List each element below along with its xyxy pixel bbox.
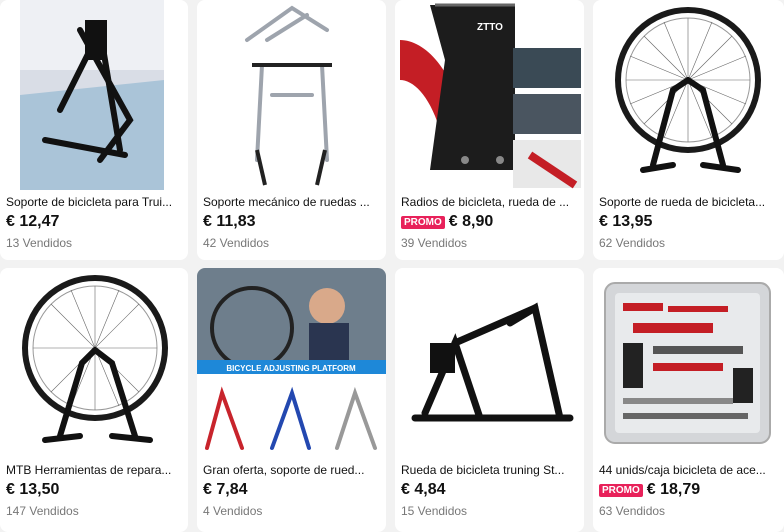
price-row: PROMO € 18,79 — [599, 479, 700, 501]
product-title[interactable]: 44 unids/caja bicicleta de ace... — [599, 463, 778, 477]
sold-count: 15 Vendidos — [401, 504, 468, 518]
truing-stand-photo — [0, 0, 188, 190]
product-image[interactable] — [593, 268, 784, 458]
product-image[interactable] — [395, 268, 584, 458]
promo-badge: PROMO — [599, 483, 643, 497]
product-image[interactable] — [593, 0, 784, 190]
price-row: € 13,50 — [6, 479, 59, 501]
product-title[interactable]: Rueda de bicicleta truning St... — [401, 463, 578, 477]
product-price: € 4,84 — [401, 481, 446, 498]
product-card[interactable]: Rueda de bicicleta truning St... € 4,84 … — [395, 268, 584, 532]
wheel-stand-photo — [593, 0, 784, 190]
brand-logo: ZTTO — [477, 22, 503, 33]
product-price: € 13,50 — [6, 481, 60, 498]
price-row: PROMO € 8,90 — [401, 211, 493, 233]
product-card[interactable]: Soporte de bicicleta para Trui... € 12,4… — [0, 0, 188, 260]
wheel-truing-photo — [0, 268, 188, 458]
price-row: € 11,83 — [203, 211, 256, 233]
truing-stand-black-photo — [395, 268, 584, 458]
sold-count: 147 Vendidos — [6, 504, 79, 518]
price-row: € 12,47 — [6, 211, 59, 233]
spoke-tension-meter-photo: ZTTO — [395, 0, 584, 190]
product-card[interactable]: BICYCLE ADJUSTING PLATFORM Gran oferta, … — [197, 268, 386, 532]
product-price: € 12,47 — [6, 213, 60, 230]
product-card[interactable]: ZTTO Radios de bicicleta, rueda de ... P… — [395, 0, 584, 260]
product-image[interactable] — [0, 0, 188, 190]
product-card[interactable]: Soporte mecánico de ruedas ... € 11,83 4… — [197, 0, 386, 260]
price-row: € 7,84 — [203, 479, 247, 501]
product-image[interactable] — [0, 268, 188, 458]
promo-badge: PROMO — [401, 215, 445, 229]
sold-count: 13 Vendidos — [6, 236, 73, 250]
sold-count: 62 Vendidos — [599, 236, 666, 250]
mechanic-stand-photo — [197, 0, 386, 190]
product-price: € 7,84 — [203, 481, 248, 498]
product-title[interactable]: Gran oferta, soporte de rued... — [203, 463, 380, 477]
sold-count: 4 Vendidos — [203, 504, 263, 518]
product-price: € 18,79 — [646, 481, 701, 498]
price-row: € 13,95 — [599, 211, 652, 233]
product-image[interactable]: ZTTO — [395, 0, 584, 190]
product-image[interactable] — [197, 0, 386, 190]
price-row: € 4,84 — [401, 479, 445, 501]
product-title[interactable]: Radios de bicicleta, rueda de ... — [401, 195, 578, 209]
adjusting-platform-photo: BICYCLE ADJUSTING PLATFORM — [197, 268, 386, 458]
product-image[interactable]: BICYCLE ADJUSTING PLATFORM — [197, 268, 386, 458]
sold-count: 63 Vendidos — [599, 504, 666, 518]
image-banner: BICYCLE ADJUSTING PLATFORM — [226, 364, 356, 373]
product-title[interactable]: MTB Herramientas de repara... — [6, 463, 182, 477]
product-card[interactable]: MTB Herramientas de repara... € 13,50 14… — [0, 268, 188, 532]
product-title[interactable]: Soporte de bicicleta para Trui... — [6, 195, 182, 209]
product-title[interactable]: Soporte mecánico de ruedas ... — [203, 195, 380, 209]
product-title[interactable]: Soporte de rueda de bicicleta... — [599, 195, 778, 209]
sold-count: 42 Vendidos — [203, 236, 270, 250]
product-card[interactable]: 44 unids/caja bicicleta de ace... PROMO … — [593, 268, 784, 532]
product-price: € 8,90 — [448, 213, 494, 230]
tool-kit-photo — [593, 268, 784, 458]
product-card[interactable]: Soporte de rueda de bicicleta... € 13,95… — [593, 0, 784, 260]
product-price: € 13,95 — [599, 213, 653, 230]
product-price: € 11,83 — [203, 213, 256, 230]
product-grid: Soporte de bicicleta para Trui... € 12,4… — [0, 0, 784, 532]
sold-count: 39 Vendidos — [401, 236, 468, 250]
